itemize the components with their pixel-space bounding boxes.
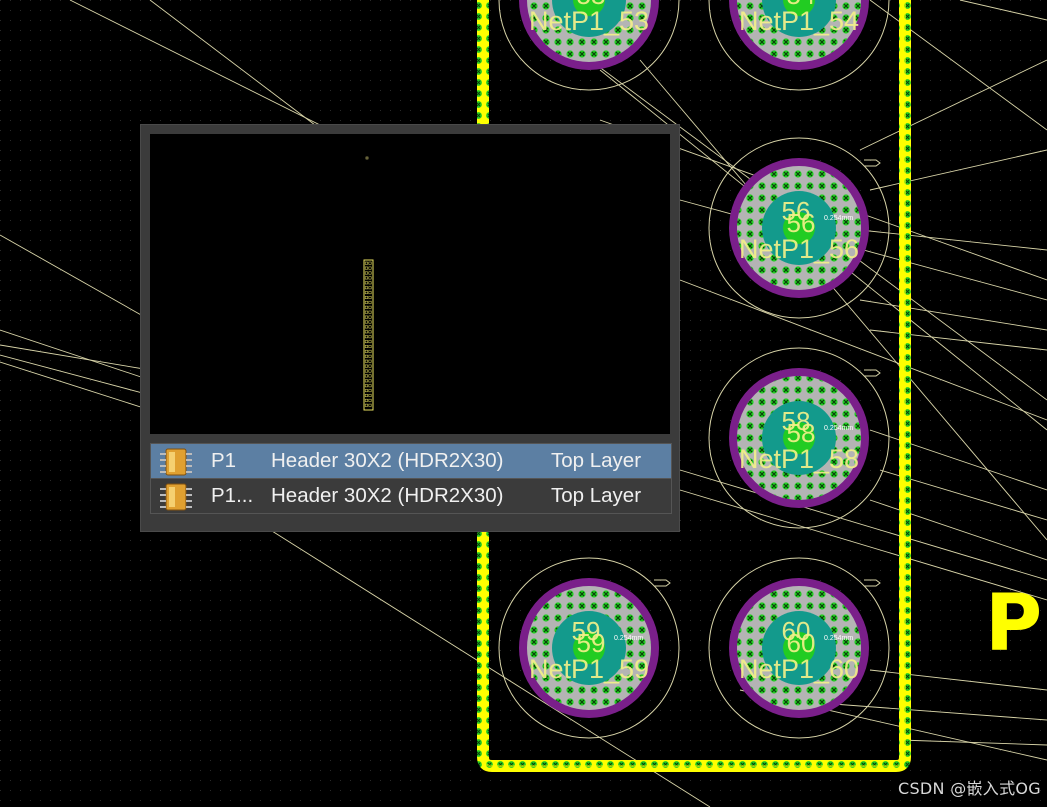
header-component-icon (157, 444, 195, 479)
pad-net-label: NetP1_54 (739, 6, 859, 36)
component-description-cell: Header 30X2 (HDR2X30) (271, 484, 504, 507)
pad-net-label: NetP1_60 (739, 654, 859, 684)
pad-net-label: NetP1_59 (529, 654, 649, 684)
pad-net-label: NetP1_58 (739, 444, 859, 474)
pad-size-label: 0.254mm (824, 635, 853, 642)
pad-size-label: 0.254mm (824, 215, 853, 222)
component-layer-cell: Top Layer (551, 449, 642, 472)
component-selector-popup[interactable]: P1 Header 30X2 (HDR2X30) Top Layer P1... Hea… (140, 124, 680, 532)
pad-size-label: 0.254mm (614, 635, 643, 642)
component-row[interactable]: P1 Header 30X2 (HDR2X30) Top Layer (151, 444, 671, 479)
component-designator: P1 (985, 579, 1047, 669)
component-designator-cell: P1... (211, 484, 254, 507)
header-footprint-preview (363, 259, 374, 411)
component-preview (150, 134, 670, 434)
component-row[interactable]: P1... Header 30X2 (HDR2X30) Top Layer (151, 479, 671, 514)
component-layer-cell: Top Layer (551, 484, 642, 507)
component-description-cell: Header 30X2 (HDR2X30) (271, 449, 504, 472)
component-list: P1 Header 30X2 (HDR2X30) Top Layer P1... Hea… (150, 443, 672, 514)
header-component-icon (157, 479, 195, 514)
pad-net-label: NetP1_56 (739, 234, 859, 264)
component-designator-cell: P1 (211, 449, 237, 472)
origin-marker (365, 156, 369, 160)
pad-size-label: 0.254mm (824, 425, 853, 432)
watermark: CSDN @嵌入式OG (898, 779, 1041, 798)
pad-net-label: NetP1_53 (529, 6, 649, 36)
